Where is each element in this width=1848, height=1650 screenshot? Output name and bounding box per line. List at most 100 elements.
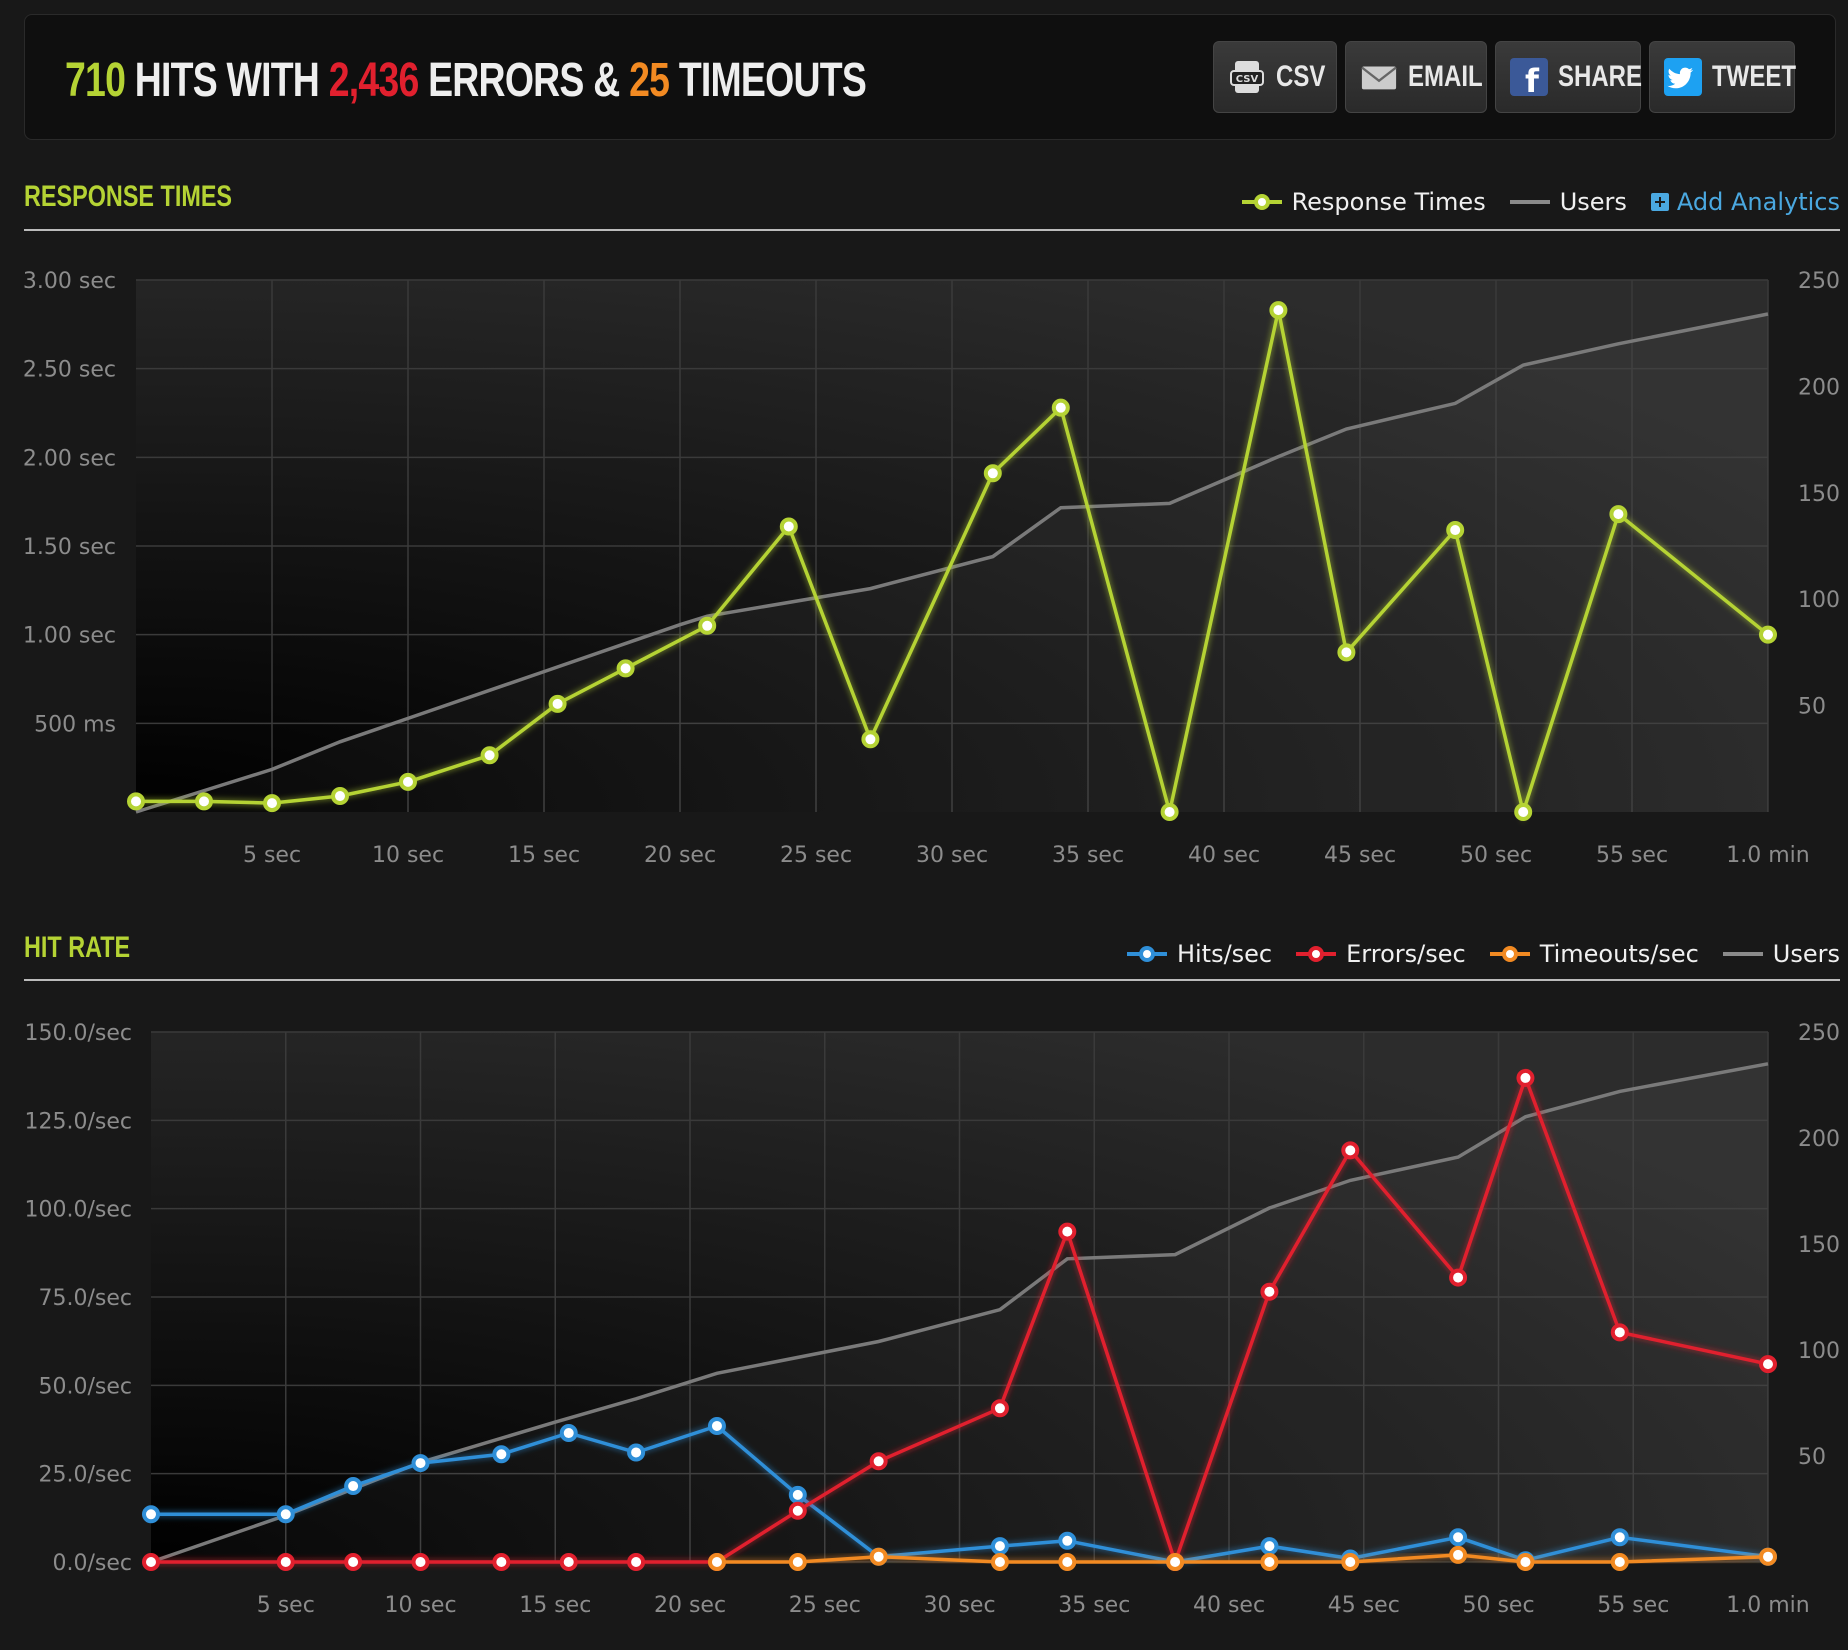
response-times-point [861, 730, 880, 749]
x-tick-label: 10 sec [372, 843, 444, 868]
hits-sec-point [411, 1454, 430, 1473]
hits-sec-point [1610, 1528, 1629, 1547]
x-tick-label: 50 sec [1460, 843, 1532, 868]
y-left-tick-label: 125.0/sec [25, 1109, 133, 1134]
hits-sec-point [344, 1477, 363, 1496]
errors-sec-point [990, 1399, 1009, 1418]
errors-count: 2,436 [328, 54, 420, 107]
hits-count: 710 [65, 54, 126, 107]
hit-rate-legend: Hits/sec Errors/sec Timeouts/sec Users [1126, 940, 1840, 968]
timeouts-sec-point [869, 1547, 888, 1566]
add-analytics-link[interactable]: Add Analytics [1650, 188, 1840, 216]
response-times-point [1337, 643, 1356, 662]
legend-errors-label: Errors/sec [1346, 940, 1466, 968]
timeouts-sec-point [1516, 1553, 1535, 1571]
add-analytics-label: Add Analytics [1676, 188, 1840, 216]
y-right-tick-label: 200 [1798, 375, 1840, 400]
hits-sec-point [276, 1505, 295, 1524]
y-right-tick-label: 250 [1798, 1021, 1840, 1046]
legend-response-times[interactable]: Response Times [1241, 188, 1486, 216]
response-times-point [1269, 301, 1288, 320]
y-left-tick-label: 1.00 sec [23, 624, 116, 649]
x-tick-label: 55 sec [1596, 843, 1668, 868]
response-times-point [331, 787, 349, 806]
y-left-tick-label: 0.0/sec [53, 1551, 133, 1576]
summary-header: 710 HITS WITH 2,436 ERRORS & 25 TIMEOUTS… [24, 14, 1836, 140]
errors-sec-point [1759, 1355, 1777, 1374]
x-tick-label: 20 sec [654, 1593, 726, 1618]
x-tick-label: 20 sec [644, 843, 716, 868]
response-times-point [1609, 505, 1628, 524]
y-left-tick-label: 1.50 sec [23, 535, 116, 560]
twitter-icon [1664, 58, 1702, 96]
timeouts-sec-point [1610, 1553, 1629, 1571]
errors-sec-point [276, 1553, 295, 1571]
response-times-point [127, 792, 145, 811]
legend-timeouts-label: Timeouts/sec [1539, 940, 1699, 968]
x-tick-label: 40 sec [1188, 843, 1260, 868]
legend-users-hitrate-label: Users [1772, 940, 1840, 968]
y-left-tick-label: 25.0/sec [39, 1463, 133, 1488]
legend-hits-label: Hits/sec [1176, 940, 1273, 968]
x-tick-label: 5 sec [257, 1593, 315, 1618]
x-tick-label: 35 sec [1058, 1593, 1130, 1618]
legend-users-label: Users [1559, 188, 1627, 216]
timeouts-sec-point [990, 1553, 1009, 1571]
response-times-point [1051, 398, 1070, 417]
csv-button[interactable]: CSV CSV [1213, 41, 1337, 113]
errors-sec-point [1058, 1222, 1077, 1241]
timeouts-sec-point [1759, 1547, 1777, 1566]
x-tick-label: 45 sec [1328, 1593, 1400, 1618]
errors-sec-point [411, 1553, 430, 1571]
timeouts-sec-point [1166, 1553, 1185, 1571]
x-tick-label: 1.0 min [1726, 1593, 1809, 1618]
hits-sec-point [627, 1443, 646, 1462]
response-times-point [698, 616, 717, 635]
timeouts-text: TIMEOUTS [669, 54, 867, 107]
response-times-point [195, 792, 213, 811]
x-tick-label: 5 sec [243, 843, 301, 868]
y-left-tick-label: 2.00 sec [23, 446, 116, 471]
svg-text:f: f [1525, 62, 1540, 96]
y-right-tick-label: 50 [1798, 1445, 1826, 1470]
response-times-point [263, 794, 281, 813]
hits-sec-point [788, 1485, 807, 1504]
legend-timeouts[interactable]: Timeouts/sec [1489, 940, 1699, 968]
legend-errors[interactable]: Errors/sec [1296, 940, 1466, 968]
response-times-point [1514, 803, 1533, 821]
timeouts-sec-point [1058, 1553, 1077, 1571]
x-tick-label: 40 sec [1193, 1593, 1265, 1618]
envelope-icon [1360, 58, 1398, 96]
hits-sec-point [1058, 1531, 1077, 1550]
y-right-tick-label: 250 [1798, 269, 1840, 294]
y-left-tick-label: 2.50 sec [23, 358, 116, 383]
tweet-button[interactable]: TWEET [1649, 41, 1796, 113]
errors-sec-point [1449, 1268, 1468, 1287]
legend-users-hitrate[interactable]: Users [1722, 940, 1840, 968]
hit-rate-divider [24, 979, 1840, 981]
legend-response-swatch-icon [1241, 194, 1282, 210]
legend-hits[interactable]: Hits/sec [1126, 940, 1273, 968]
x-tick-label: 15 sec [519, 1593, 591, 1618]
errors-sec-point [627, 1553, 646, 1571]
y-right-tick-label: 150 [1798, 482, 1840, 507]
errors-sec-point [788, 1501, 807, 1520]
share-button[interactable]: f SHARE [1495, 41, 1643, 113]
tweet-button-label: TWEET [1712, 60, 1796, 93]
timeouts-sec-point [1449, 1545, 1468, 1564]
response-times-title: RESPONSE TIMES [24, 180, 233, 213]
response-times-chart: 500 ms 1.00 sec 1.50 sec 2.00 sec 2.50 sec 3.… [23, 269, 1840, 868]
legend-users[interactable]: Users [1509, 188, 1627, 216]
facebook-icon: f [1510, 58, 1548, 96]
hits-sec-point [492, 1445, 511, 1464]
share-button-label: SHARE [1558, 60, 1643, 93]
email-button[interactable]: EMAIL [1345, 41, 1487, 113]
errors-sec-point [1260, 1282, 1279, 1301]
legend-users-swatch-icon [1509, 200, 1550, 204]
y-right-tick-label: 150 [1798, 1233, 1840, 1258]
errors-text: ERRORS & [418, 54, 630, 107]
timeouts-sec-point [788, 1553, 807, 1571]
x-tick-label: 30 sec [916, 843, 988, 868]
y-right-tick-label: 50 [1798, 695, 1826, 720]
hit-rate-title: HIT RATE [24, 931, 131, 964]
